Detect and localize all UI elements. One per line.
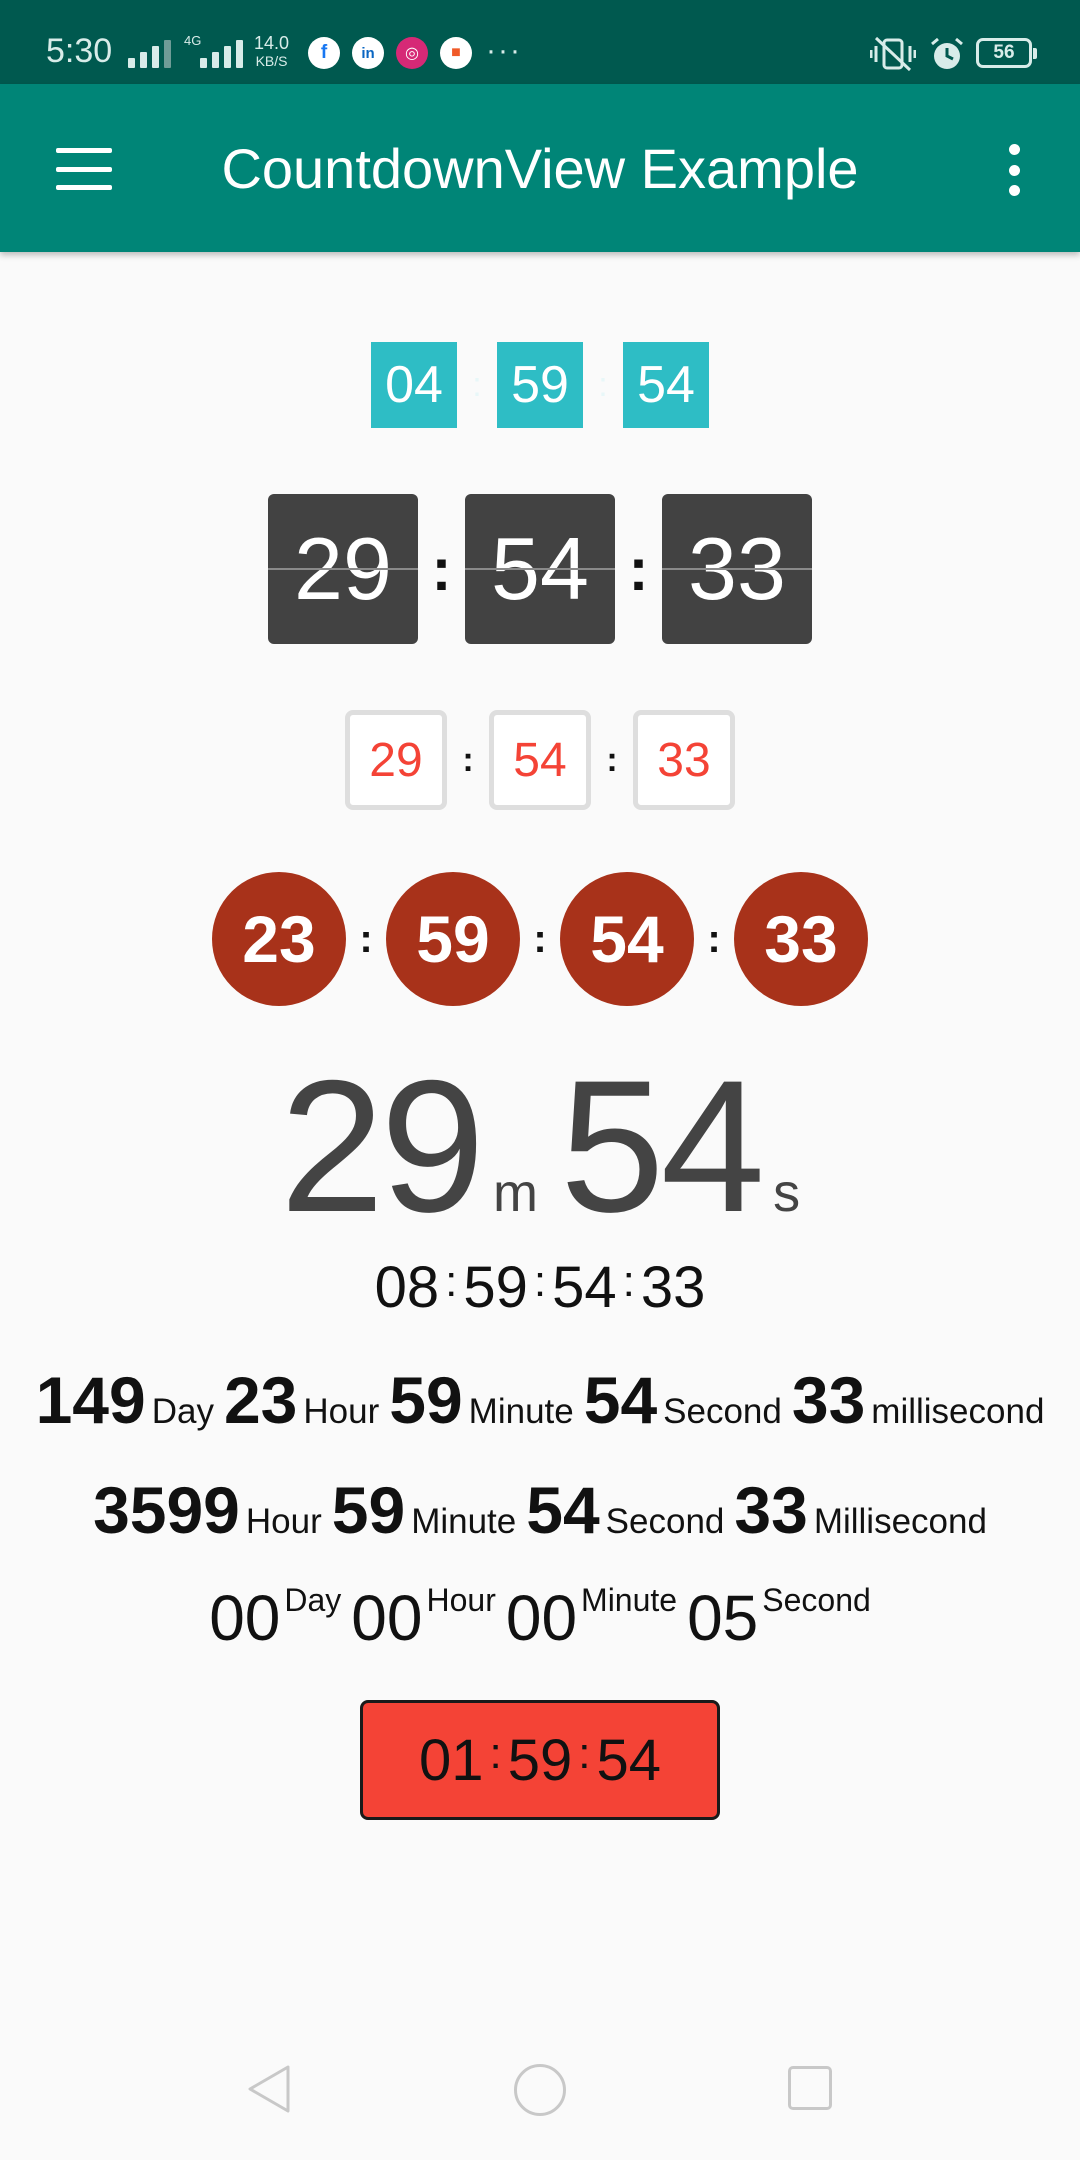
- countdown-dark-minutes: 29: [268, 494, 418, 644]
- countdown-separator: :: [445, 1256, 458, 1306]
- facebook-icon: f: [308, 37, 340, 69]
- countdown-separator: :: [533, 1256, 547, 1306]
- countdown-big: 29 m 54 s: [0, 1052, 1080, 1240]
- countdown-day-unit: Day: [284, 1582, 342, 1618]
- countdown-millisecond-value: 33: [791, 1363, 866, 1437]
- countdown-second-unit: Second: [663, 1392, 782, 1431]
- countdown-button-minutes: 59: [507, 1727, 573, 1793]
- alarm-icon: [931, 37, 963, 69]
- countdown-button-hours: 01: [418, 1727, 484, 1793]
- navigation-bar: [0, 2040, 1080, 2160]
- app-bar: CountdownView Example: [0, 84, 1080, 252]
- countdown-button-seconds: 54: [596, 1727, 661, 1793]
- countdown-separator: :: [707, 916, 721, 961]
- countdown-separator: :: [622, 1256, 635, 1306]
- network-speed-value: 14.0: [254, 33, 290, 53]
- countdown-separator: :: [606, 740, 618, 779]
- countdown-circle-seconds: 54: [560, 872, 694, 1006]
- countdown-hour-value: 00: [351, 1582, 423, 1654]
- countdown-outline: 29 : 54 : 33: [0, 710, 1080, 810]
- countdown-button-row: 01 : 59 : 54: [0, 1700, 1080, 1820]
- signal-icon: [128, 34, 171, 68]
- countdown-separator: :: [578, 1729, 591, 1778]
- countdown-circles: 23 : 59 : 54 : 33: [0, 872, 1080, 1006]
- countdown-circle-hours: 23: [212, 872, 346, 1006]
- countdown-cyan-seconds: 54: [623, 342, 709, 428]
- countdown-minute-unit: Minute: [411, 1502, 517, 1541]
- countdown-hour-unit: Hour: [426, 1582, 496, 1618]
- countdown-big-seconds: 54: [559, 1041, 765, 1251]
- countdown-plain-milliseconds: 33: [640, 1255, 706, 1320]
- countdown-superscript-row: 00 Day 00 Hour 00 Minute 05 Second: [0, 1582, 1080, 1654]
- countdown-minute-unit: Minute: [581, 1582, 678, 1618]
- network-type: 4G: [184, 33, 202, 48]
- countdown-separator: :: [628, 535, 649, 603]
- countdown-day-row: 149 Day 23 Hour 59 Minute 54 Second 33 m…: [0, 1362, 1080, 1438]
- status-bar: 5:30 4G 14.0 KB/S f in ◎ ■ ··· 56: [0, 0, 1080, 84]
- countdown-millisecond-unit: Millisecond: [813, 1502, 987, 1541]
- countdown-minute-value: 00: [505, 1582, 578, 1654]
- countdown-millisecond-value: 33: [734, 1473, 808, 1547]
- battery-indicator: 56: [976, 38, 1037, 68]
- network-speed-unit: KB/S: [255, 53, 288, 69]
- linkedin-icon: in: [352, 37, 384, 69]
- countdown-millisecond-unit: millisecond: [871, 1392, 1045, 1431]
- notification-app-icon: ■: [440, 37, 472, 69]
- countdown-outline-seconds: 54: [489, 710, 591, 810]
- countdown-outline-minutes: 29: [345, 710, 447, 810]
- countdown-hour-value: 3599: [93, 1473, 240, 1547]
- vibrate-off-icon: [870, 36, 916, 72]
- countdown-minute-unit: Minute: [468, 1392, 574, 1431]
- countdown-minute-value: 59: [389, 1363, 463, 1437]
- network-speed: 14.0 KB/S: [254, 34, 289, 70]
- countdown-hour-row: 3599 Hour 59 Minute 54 Second 33 Millise…: [0, 1472, 1080, 1548]
- countdown-separator: :: [462, 740, 474, 779]
- countdown-circle-minutes: 59: [386, 872, 520, 1006]
- countdown-big-seconds-suffix: s: [773, 1163, 801, 1223]
- countdown-separator: :: [431, 535, 452, 603]
- countdown-separator: :: [489, 1729, 502, 1778]
- countdown-big-minutes: 29: [279, 1041, 485, 1251]
- countdown-second-value: 05: [687, 1582, 759, 1654]
- countdown-button[interactable]: 01 : 59 : 54: [360, 1700, 720, 1820]
- countdown-cyan: 04 : 59 : 54: [0, 342, 1080, 428]
- app-title: CountdownView Example: [221, 137, 859, 200]
- countdown-second-value: 54: [526, 1473, 600, 1547]
- countdown-plain-minutes: 59: [463, 1255, 528, 1320]
- countdown-second-unit: Second: [762, 1582, 871, 1618]
- countdown-separator: :: [359, 916, 373, 961]
- countdown-outline-milliseconds: 33: [633, 710, 735, 810]
- countdown-minute-value: 59: [331, 1473, 406, 1547]
- countdown-day-value: 00: [209, 1582, 281, 1654]
- countdown-cyan-minutes: 59: [497, 342, 583, 428]
- countdown-plain: 08 : 59 : 54 : 33: [0, 1254, 1080, 1321]
- countdown-dark: 29 : 54 : 33: [0, 494, 1080, 644]
- countdown-plain-seconds: 54: [552, 1255, 617, 1320]
- countdown-cyan-hours: 04: [371, 342, 457, 428]
- home-icon[interactable]: [514, 2064, 566, 2116]
- countdown-plain-hours: 08: [374, 1255, 440, 1320]
- recent-apps-icon[interactable]: [788, 2066, 832, 2110]
- countdown-day-value: 149: [35, 1363, 146, 1437]
- countdown-hour-unit: Hour: [245, 1502, 322, 1541]
- back-icon[interactable]: [246, 2064, 292, 2114]
- more-notifications-icon: ···: [486, 34, 522, 67]
- countdown-second-value: 54: [583, 1363, 658, 1437]
- countdown-circle-milliseconds: 33: [734, 872, 868, 1006]
- countdown-second-unit: Second: [605, 1502, 725, 1541]
- countdown-hour-unit: Hour: [303, 1392, 380, 1431]
- countdown-dark-milliseconds: 33: [662, 494, 812, 644]
- countdown-separator: :: [472, 365, 482, 404]
- overflow-menu-icon[interactable]: [1000, 144, 1028, 196]
- countdown-separator: :: [533, 916, 547, 961]
- status-time: 5:30: [46, 32, 113, 70]
- countdown-separator: :: [598, 365, 608, 404]
- signal-icon-2: [200, 34, 243, 68]
- instagram-icon: ◎: [396, 37, 428, 69]
- countdown-hour-value: 23: [223, 1363, 298, 1437]
- countdown-day-unit: Day: [151, 1392, 214, 1431]
- countdown-big-minutes-suffix: m: [493, 1163, 538, 1223]
- countdown-dark-seconds: 54: [465, 494, 615, 644]
